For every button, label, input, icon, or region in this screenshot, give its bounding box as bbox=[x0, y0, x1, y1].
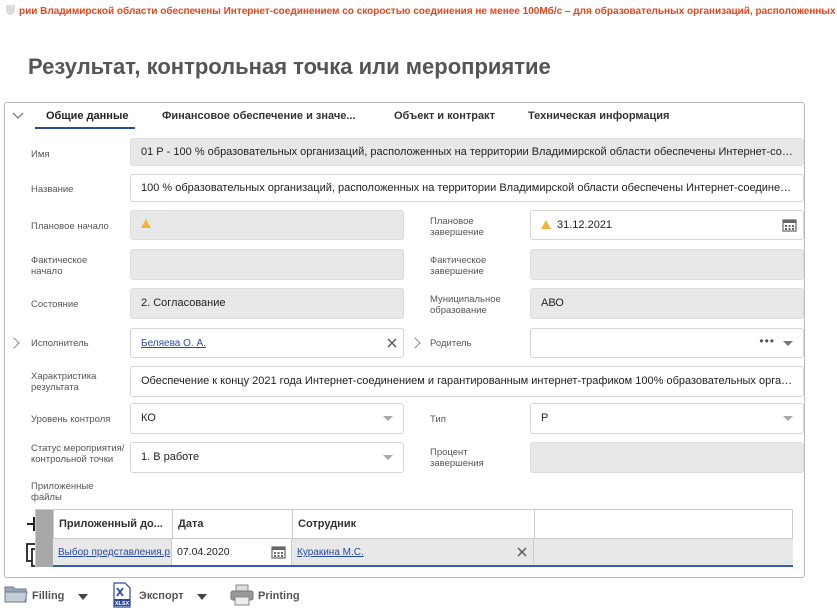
control-level-label: Уровень контроля bbox=[31, 414, 111, 425]
planned-end-label: Плановое завершение bbox=[430, 216, 484, 238]
actual-end-label: Фактическое завершение bbox=[430, 255, 487, 277]
status-select[interactable]: 1. В работе bbox=[130, 442, 404, 473]
cell-employee[interactable]: Куракина М.С. bbox=[292, 539, 534, 565]
planned-start-label: Плановое начало bbox=[31, 221, 109, 232]
bottom-toolbar: Filling XLSX Экспорт Printing bbox=[0, 580, 837, 612]
tab-finance[interactable]: Финансовое обеспечение и значе... bbox=[162, 110, 356, 122]
printer-icon[interactable] bbox=[230, 584, 254, 606]
percent-label: Процент завершения bbox=[430, 447, 484, 469]
dropdown-arrow-icon[interactable] bbox=[383, 455, 393, 460]
title-field[interactable]: 100 % образовательных организаций, распо… bbox=[130, 174, 804, 202]
row-selector[interactable] bbox=[36, 510, 53, 567]
municipality-label: Муниципальное образование bbox=[430, 294, 501, 316]
municipality-field: АВО bbox=[530, 288, 804, 319]
clear-icon[interactable] bbox=[517, 547, 527, 557]
export-button[interactable]: Экспорт bbox=[139, 590, 184, 602]
type-label: Тип bbox=[430, 414, 446, 425]
result-char-label: Характристика результата bbox=[31, 371, 97, 393]
actual-start-label: Фактическое начало bbox=[31, 255, 88, 277]
state-field: 2. Согласование bbox=[130, 288, 404, 319]
shield-icon bbox=[6, 5, 15, 15]
executor-label: Исполнитель bbox=[31, 338, 89, 349]
warning-icon bbox=[141, 219, 151, 228]
dropdown-arrow-icon[interactable] bbox=[383, 416, 393, 421]
executor-link[interactable]: Беляева О. А. bbox=[141, 338, 206, 349]
name-field: 01 Р - 100 % образовательных организаций… bbox=[130, 138, 804, 166]
col-date[interactable]: Дата bbox=[173, 510, 293, 538]
col-employee[interactable]: Сотрудник bbox=[293, 510, 535, 538]
tab-technical[interactable]: Техническая информация bbox=[528, 110, 669, 122]
calendar-icon[interactable] bbox=[271, 545, 286, 559]
warning-icon bbox=[541, 220, 551, 229]
actual-end-field bbox=[530, 249, 804, 280]
chevron-down-icon[interactable] bbox=[11, 109, 25, 123]
chevron-right-icon[interactable] bbox=[8, 337, 20, 349]
header-banner: рии Владимирской области обеспечены Инте… bbox=[0, 0, 837, 24]
title-label: Название bbox=[31, 184, 74, 195]
cell-date[interactable]: 07.04.2020 bbox=[172, 539, 292, 565]
executor-field[interactable]: Беляева О. А. bbox=[130, 328, 404, 358]
printing-button[interactable]: Printing bbox=[258, 590, 300, 602]
grid-header: Приложенный до... Дата Сотрудник bbox=[53, 509, 793, 539]
result-char-field[interactable]: Обеспечение к концу 2021 года Интернет-с… bbox=[130, 366, 804, 397]
folder-icon[interactable] bbox=[4, 584, 28, 604]
filling-button[interactable]: Filling bbox=[32, 590, 64, 602]
dropdown-arrow-icon[interactable] bbox=[78, 594, 88, 600]
parent-field[interactable]: ••• bbox=[530, 328, 804, 358]
dropdown-arrow-icon[interactable] bbox=[197, 594, 207, 600]
state-label: Состояние bbox=[31, 299, 79, 310]
tab-general[interactable]: Общие данные bbox=[46, 110, 128, 122]
svg-text:XLSX: XLSX bbox=[115, 601, 130, 607]
active-tab-indicator bbox=[35, 127, 135, 129]
dropdown-arrow-icon[interactable] bbox=[783, 341, 793, 346]
attachments-grid: Приложенный до... Дата Сотрудник Выбор п… bbox=[23, 509, 793, 571]
parent-label: Родитель bbox=[430, 338, 472, 349]
chevron-right-icon[interactable] bbox=[409, 337, 421, 349]
more-icon[interactable]: ••• bbox=[759, 329, 775, 354]
cell-document[interactable]: Выбор представления.p bbox=[53, 539, 172, 565]
control-level-select[interactable]: КО bbox=[130, 403, 404, 434]
status-label: Статус мероприятия/ контрольной точки bbox=[31, 443, 125, 465]
calendar-icon[interactable] bbox=[782, 218, 797, 232]
col-document[interactable]: Приложенный до... bbox=[54, 510, 173, 538]
percent-field bbox=[530, 442, 804, 473]
result-card: Общие данные Финансовое обеспечение и зн… bbox=[4, 102, 805, 578]
excel-icon[interactable]: XLSX bbox=[112, 582, 132, 608]
banner-text: рии Владимирской области обеспечены Инте… bbox=[19, 6, 837, 17]
table-row[interactable]: Выбор представления.p 07.04.2020 Куракин… bbox=[53, 539, 793, 567]
tab-bar: Общие данные Финансовое обеспечение и зн… bbox=[5, 103, 804, 130]
name-label: Имя bbox=[31, 149, 50, 160]
dropdown-arrow-icon[interactable] bbox=[783, 416, 793, 421]
attachments-label: Приложенные файлы bbox=[31, 481, 94, 503]
clear-icon[interactable] bbox=[387, 338, 397, 348]
planned-start-field bbox=[130, 210, 404, 240]
actual-start-field bbox=[130, 249, 404, 280]
page-title: Результат, контрольная точка или меропри… bbox=[28, 54, 551, 79]
planned-end-field[interactable]: 31.12.2021 bbox=[530, 210, 804, 240]
type-select[interactable]: Р bbox=[530, 403, 804, 434]
tab-object-contract[interactable]: Объект и контракт bbox=[394, 110, 495, 122]
